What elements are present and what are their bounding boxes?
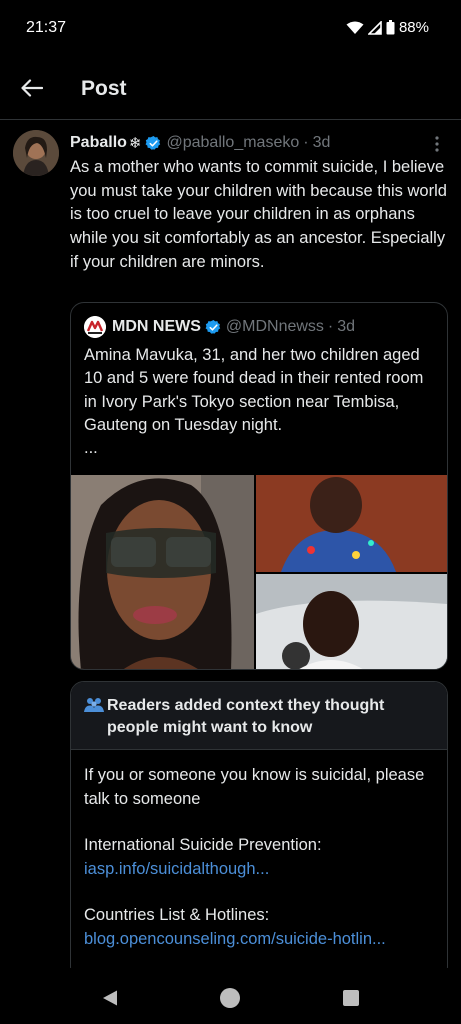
note-iasp-link[interactable]: iasp.info/suicidalthough... bbox=[84, 860, 269, 878]
nav-home-button[interactable] bbox=[218, 986, 242, 1010]
quoted-post-media[interactable] bbox=[71, 475, 447, 669]
quoted-post-text: Amina Mavuka, 31, and her two children a… bbox=[84, 344, 436, 460]
quoted-author-name: MDN NEWS bbox=[112, 318, 201, 335]
note-paragraph-1: If you or someone you know is suicidal, … bbox=[84, 766, 425, 808]
verified-badge-icon bbox=[205, 319, 221, 334]
verified-badge-icon bbox=[146, 135, 161, 150]
back-arrow-icon bbox=[21, 79, 43, 97]
battery-level: 88% bbox=[398, 19, 429, 36]
note-iasp-label: International Suicide Prevention: bbox=[84, 836, 322, 854]
nav-home-circle-icon bbox=[220, 988, 240, 1008]
community-notes-card: Readers added context they thought peopl… bbox=[70, 681, 448, 981]
time-separator: · bbox=[327, 318, 334, 335]
more-vertical-icon bbox=[435, 136, 439, 152]
community-notes-header: Readers added context they thought peopl… bbox=[71, 682, 447, 750]
media-photo-child-1[interactable] bbox=[256, 475, 447, 572]
battery-icon bbox=[386, 20, 395, 35]
photo-woman-image bbox=[71, 475, 254, 669]
status-time: 21:37 bbox=[26, 19, 67, 36]
note-paragraph-2: International Suicide Prevention: iasp.i… bbox=[84, 834, 439, 881]
nav-recents-square-icon bbox=[343, 990, 359, 1006]
snowflake-emoji: ❄ bbox=[128, 135, 142, 152]
quoted-post-time: 3d bbox=[337, 318, 356, 335]
time-separator: · bbox=[303, 134, 309, 151]
note-paragraph-3: Countries List & Hotlines: blog.opencoun… bbox=[84, 904, 439, 951]
author-handle[interactable]: @paballo_maseko bbox=[166, 134, 299, 152]
quoted-post-body: Amina Mavuka, 31, and her two children a… bbox=[84, 346, 424, 434]
nav-back-button[interactable] bbox=[98, 986, 122, 1010]
status-bar: 21:37 88% bbox=[0, 0, 461, 56]
post-time: 3d bbox=[312, 134, 331, 151]
media-photo-woman[interactable] bbox=[71, 475, 254, 669]
community-notes-title: Readers added context they thought peopl… bbox=[107, 697, 385, 736]
photo-child-1-image bbox=[256, 475, 447, 572]
back-button[interactable] bbox=[16, 72, 48, 104]
more-options-button[interactable] bbox=[427, 134, 447, 154]
people-icon bbox=[84, 698, 104, 712]
quoted-post-ellipsis: ... bbox=[84, 439, 98, 458]
media-photo-child-2[interactable] bbox=[256, 574, 447, 669]
photo-child-2-image bbox=[256, 574, 447, 669]
note-hotlines-label: Countries List & Hotlines: bbox=[84, 906, 270, 924]
system-nav-bar bbox=[0, 968, 461, 1024]
author-avatar[interactable] bbox=[13, 130, 59, 176]
status-icons: 88% bbox=[346, 19, 429, 36]
quoted-author-avatar bbox=[84, 316, 106, 338]
media-photos-children bbox=[256, 475, 447, 669]
quoted-post-header: MDN NEWS @MDNnewss · 3d bbox=[84, 316, 355, 338]
app-bar: Post bbox=[0, 56, 461, 120]
wifi-icon bbox=[346, 21, 364, 34]
post-header: Paballo ❄ @paballo_maseko · 3d bbox=[70, 134, 330, 152]
nav-back-triangle-icon bbox=[103, 990, 117, 1006]
quoted-post-card[interactable]: MDN NEWS @MDNnewss · 3d Amina Mavuka, 31… bbox=[70, 302, 448, 670]
post-text: As a mother who wants to commit suicide,… bbox=[70, 158, 447, 271]
nav-recents-button[interactable] bbox=[339, 986, 363, 1010]
cell-signal-icon bbox=[367, 20, 382, 35]
mdn-logo-icon bbox=[84, 316, 106, 338]
note-hotlines-link[interactable]: blog.opencounseling.com/suicide-hotlin..… bbox=[84, 928, 439, 952]
avatar-image bbox=[13, 130, 59, 176]
author-name[interactable]: Paballo bbox=[70, 134, 127, 152]
quoted-author-handle: @MDNnewss bbox=[225, 318, 324, 335]
page-title: Post bbox=[81, 77, 127, 100]
